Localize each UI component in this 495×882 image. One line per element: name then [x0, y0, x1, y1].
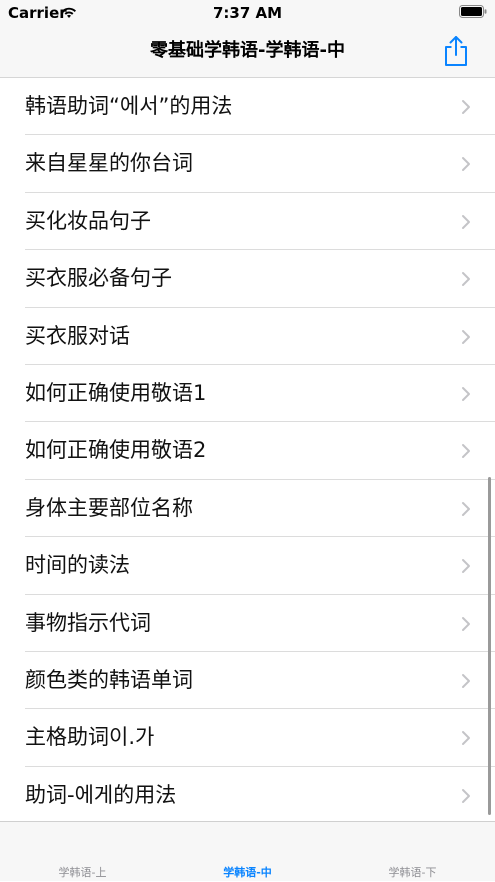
clock-time: 7:37 AM — [212, 4, 283, 22]
tab-label: 学韩语-中 — [223, 866, 272, 879]
tab-item[interactable]: 学韩语-上 — [0, 822, 165, 882]
chevron-right-icon — [462, 329, 470, 344]
list-item[interactable]: 来自星星的你台词 — [25, 135, 495, 193]
list-item-label: 时间的读法 — [25, 553, 130, 578]
list-item[interactable]: 时间的读法 — [25, 537, 495, 595]
list-item[interactable]: 颜色类的韩语单词 — [25, 652, 495, 710]
tab-item[interactable]: 学韩语-中 — [165, 822, 330, 882]
list-item-label: 主格助词이.가 — [25, 725, 155, 750]
share-icon[interactable] — [442, 34, 470, 68]
navigation-bar: 零基础学韩语-学韩语-中 — [0, 26, 495, 78]
list-item-label: 韩语助词“에서”的用法 — [25, 94, 233, 118]
list-item[interactable]: 买化妆品句子 — [25, 193, 495, 251]
list-item-label: 买化妆品句子 — [25, 208, 151, 233]
list-item[interactable]: 买衣服必备句子 — [25, 250, 495, 308]
chevron-right-icon — [462, 731, 470, 746]
list-item-label: 买衣服必备句子 — [25, 266, 172, 291]
chevron-right-icon — [462, 501, 470, 516]
list-item[interactable]: 如何正确使用敬语1 — [25, 365, 495, 423]
list-item[interactable]: 主格助词이.가 — [25, 709, 495, 767]
status-bar: Carrier 7:37 AM — [0, 0, 495, 26]
tab-label: 学韩语-上 — [58, 866, 107, 879]
page-title: 零基础学韩语-学韩语-中 — [150, 40, 345, 61]
chevron-right-icon — [462, 214, 470, 229]
chevron-right-icon — [462, 559, 470, 574]
list-item-label: 买衣服对话 — [25, 323, 130, 348]
list-item[interactable]: 韩语助词“에서”的用法 — [25, 78, 495, 136]
chevron-right-icon — [462, 386, 470, 401]
list-item[interactable]: 如何正确使用敬语2 — [25, 422, 495, 480]
list-item[interactable]: 买衣服对话 — [25, 308, 495, 365]
battery-icon — [459, 5, 487, 18]
list-item-label: 颜色类的韩语单词 — [25, 667, 193, 692]
chevron-right-icon — [462, 100, 470, 114]
list-item-label: 来自星星的你台词 — [25, 151, 193, 176]
list-item-label: 如何正确使用敬语2 — [25, 438, 207, 463]
list-item[interactable]: 助词-에게的用法 — [25, 767, 495, 821]
chevron-right-icon — [462, 272, 470, 287]
list-item[interactable]: 身体主要部位名称 — [25, 480, 495, 538]
list-item-label: 事物指示代词 — [25, 610, 151, 635]
scroll-indicator[interactable] — [488, 477, 491, 815]
lesson-list: 韩语助词“에서”的用法 来自星星的你台词 买化妆品句子 买衣服必备句子 买衣服对话如何正… — [0, 78, 495, 821]
tab-bar: 学韩语-上 学韩语-中 学韩语-下 — [0, 821, 495, 881]
list-item-label: 助词-에게的用法 — [25, 782, 177, 807]
chevron-right-icon — [462, 673, 470, 688]
chevron-right-icon — [462, 616, 470, 631]
tab-label: 学韩语-下 — [388, 866, 437, 879]
list-item-label: 如何正确使用敬语1 — [25, 380, 207, 405]
tab-item[interactable]: 学韩语-下 — [330, 822, 495, 882]
chevron-right-icon — [462, 788, 470, 803]
chevron-right-icon — [462, 157, 470, 172]
chevron-right-icon — [462, 444, 470, 459]
list-item[interactable]: 事物指示代词 — [25, 595, 495, 652]
list-item-label: 身体主要部位名称 — [25, 495, 193, 520]
